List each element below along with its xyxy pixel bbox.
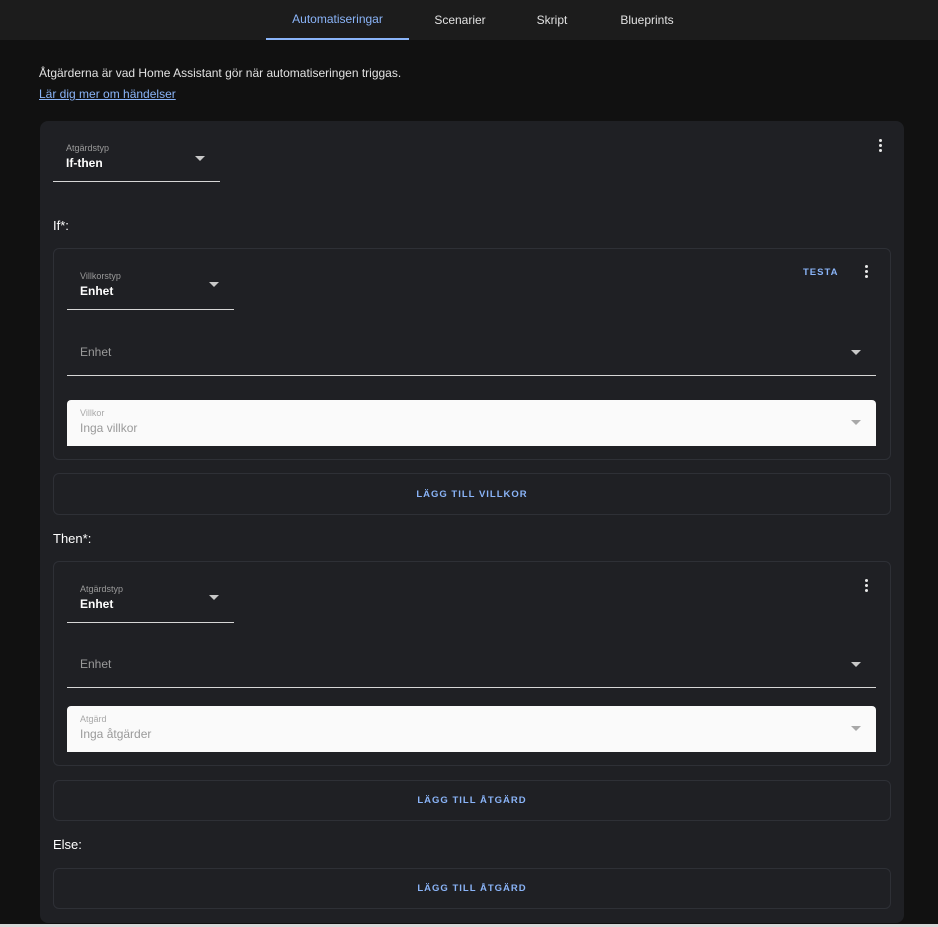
device-placeholder: Enhet [80,657,112,671]
more-options-icon[interactable] [873,137,889,155]
condition-more-options-icon[interactable] [859,263,875,281]
action-placeholder: Inga åtgärder [80,727,152,741]
condition-type-value: Enhet [80,284,114,298]
condition-type-select[interactable]: Villkorstyp Enhet [67,262,234,310]
chevron-down-icon [851,420,861,425]
action-type-select[interactable]: Atgärdstyp If-then [53,134,220,182]
action-select[interactable]: Atgärd Inga åtgärder [67,706,876,752]
chevron-down-icon [851,350,861,355]
then-action-type-value: Enhet [80,597,114,611]
add-else-action-button[interactable]: LÄGG TILL ÅTGÄRD [53,868,891,909]
condition-device-select[interactable]: Enhet [67,327,876,376]
learn-more-link[interactable]: Lär dig mer om händelser [39,87,176,101]
condition-card: Villkorstyp Enhet TESTA Enhet Villkor In… [53,248,891,460]
chevron-down-icon [851,726,861,731]
device-placeholder: Enhet [80,345,112,359]
else-label: Else: [53,837,82,852]
then-device-select[interactable]: Enhet [67,639,876,688]
test-button[interactable]: TESTA [803,267,838,278]
action-card: Atgärdstyp If-then If*: Villkorstyp Enhe… [40,121,904,923]
condition-type-label: Villkorstyp [80,271,121,281]
condition-label: Villkor [80,408,105,418]
then-action-type-select[interactable]: Atgärdstyp Enhet [67,575,234,623]
tab-automations[interactable]: Automatiseringar [266,0,409,40]
condition-select[interactable]: Villkor Inga villkor [67,400,876,446]
add-then-action-button[interactable]: LÄGG TILL ÅTGÄRD [53,780,891,821]
tab-scenes[interactable]: Scenarier [410,0,510,40]
then-action-card: Atgärdstyp Enhet Enhet Atgärd Inga åtgär… [53,561,891,766]
tab-scripts[interactable]: Skript [511,0,593,40]
then-action-type-label: Atgärdstyp [80,584,124,594]
if-label: If*: [53,218,69,233]
action-label: Atgärd [80,714,107,724]
top-tab-bar: Automatiseringar Scenarier Skript Bluepr… [0,0,938,40]
add-condition-button[interactable]: LÄGG TILL VILLKOR [53,473,891,515]
action-type-value: If-then [66,156,103,170]
condition-placeholder: Inga villkor [80,421,138,435]
chevron-down-icon [209,595,219,600]
tab-blueprints[interactable]: Blueprints [594,0,700,40]
chevron-down-icon [195,156,205,161]
action-type-label: Atgärdstyp [66,143,110,153]
chevron-down-icon [851,662,861,667]
then-more-options-icon[interactable] [859,577,875,595]
intro-text: Åtgärderna är vad Home Assistant gör när… [39,66,402,80]
chevron-down-icon [209,282,219,287]
then-label: Then*: [53,531,92,546]
